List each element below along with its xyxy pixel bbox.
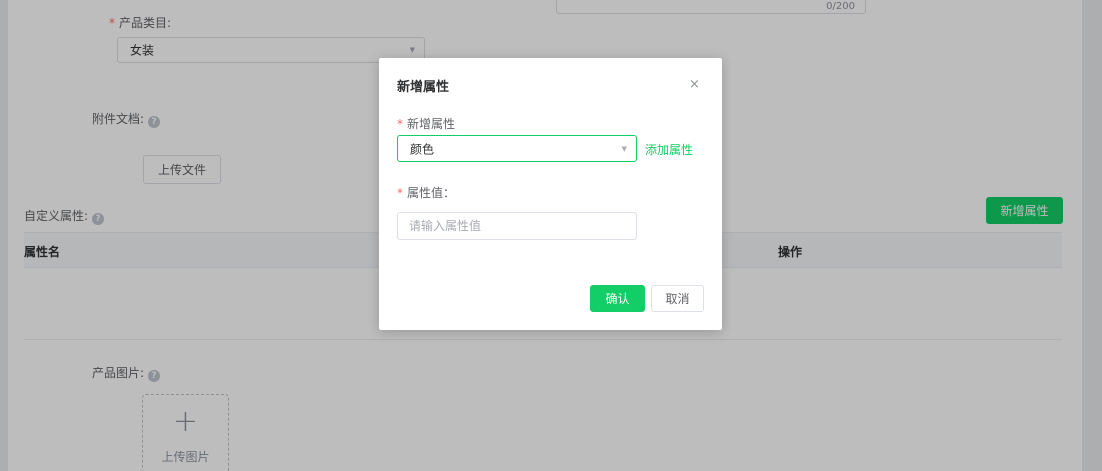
new-attr-label: * 新增属性 [397, 115, 455, 132]
attr-value-label-text: 属性值： [407, 186, 456, 200]
add-attr-link[interactable]: 添加属性 [645, 141, 693, 158]
close-icon[interactable]: × [689, 77, 700, 93]
attribute-select[interactable]: 颜色 ▼ [397, 135, 637, 162]
required-asterisk: * [397, 186, 403, 200]
add-attribute-dialog: 新增属性 × * 新增属性 颜色 ▼ 添加属性 * 属性值： 确认 取消 [379, 58, 722, 330]
dialog-title: 新增属性 [397, 80, 450, 95]
attribute-select-value: 颜色 [410, 142, 435, 156]
attr-value-label: * 属性值： [397, 184, 455, 201]
caret-down-icon: ▼ [621, 144, 627, 153]
required-asterisk: * [397, 117, 403, 131]
new-attr-label-text: 新增属性 [407, 117, 456, 131]
confirm-button[interactable]: 确认 [590, 285, 645, 312]
cancel-button[interactable]: 取消 [651, 285, 704, 312]
attr-value-input[interactable] [397, 212, 637, 240]
